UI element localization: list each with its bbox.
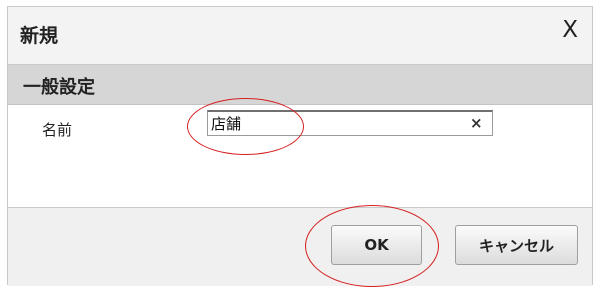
name-label: 名前	[42, 121, 73, 139]
section-header: 一般設定	[8, 65, 592, 105]
clear-icon[interactable]: ×	[470, 114, 483, 132]
section-title: 一般設定	[23, 77, 95, 98]
close-icon[interactable]: X	[562, 19, 578, 42]
ok-button[interactable]: OK	[331, 225, 422, 265]
cancel-button[interactable]: キャンセル	[455, 225, 578, 265]
dialog-title: 新規	[20, 25, 59, 47]
dialog-title-bar: 新規 X	[8, 7, 592, 65]
name-input[interactable]	[207, 110, 493, 136]
